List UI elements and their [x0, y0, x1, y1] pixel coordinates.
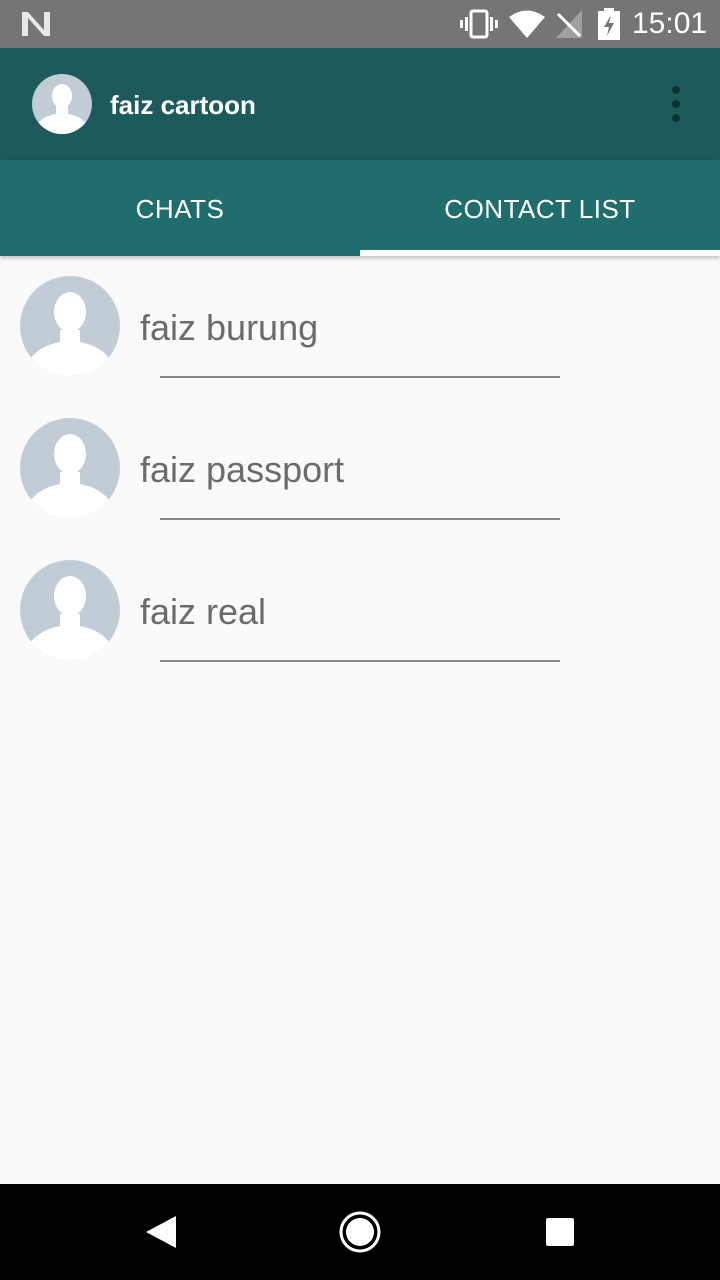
contact-name: faiz passport	[140, 449, 345, 490]
battery-charging-icon	[598, 8, 620, 40]
tab-bar: CHATS CONTACT LIST	[0, 160, 720, 256]
no-signal-icon	[556, 10, 582, 38]
home-icon[interactable]	[336, 1208, 384, 1256]
wifi-icon	[509, 10, 545, 38]
status-time: 15:01	[632, 7, 708, 40]
more-vert-icon[interactable]	[662, 84, 690, 124]
divider	[160, 376, 560, 378]
recents-icon[interactable]	[544, 1216, 576, 1248]
divider	[160, 660, 560, 662]
person-avatar-icon	[20, 560, 120, 660]
list-item[interactable]: faiz passport	[0, 418, 720, 558]
divider	[160, 518, 560, 520]
person-avatar-icon[interactable]	[32, 74, 92, 134]
contact-name: faiz real	[140, 591, 267, 632]
vibrate-icon	[460, 9, 498, 39]
list-item[interactable]: faiz real	[0, 560, 720, 700]
n-logo-icon	[22, 12, 50, 36]
person-avatar-icon	[20, 276, 120, 376]
back-icon[interactable]	[140, 1212, 180, 1252]
nav-bar	[0, 1184, 720, 1280]
page-title: faiz cartoon	[110, 90, 256, 120]
tab-chats[interactable]: CHATS	[0, 160, 360, 256]
tab-indicator	[360, 250, 720, 256]
list-item[interactable]: faiz burung	[0, 276, 720, 416]
person-avatar-icon	[20, 418, 120, 518]
status-bar: 15:01	[0, 0, 720, 48]
tab-contact-list[interactable]: CONTACT LIST	[360, 160, 720, 256]
contact-name: faiz burung	[140, 307, 319, 348]
app-bar: faiz cartoon	[0, 48, 720, 160]
